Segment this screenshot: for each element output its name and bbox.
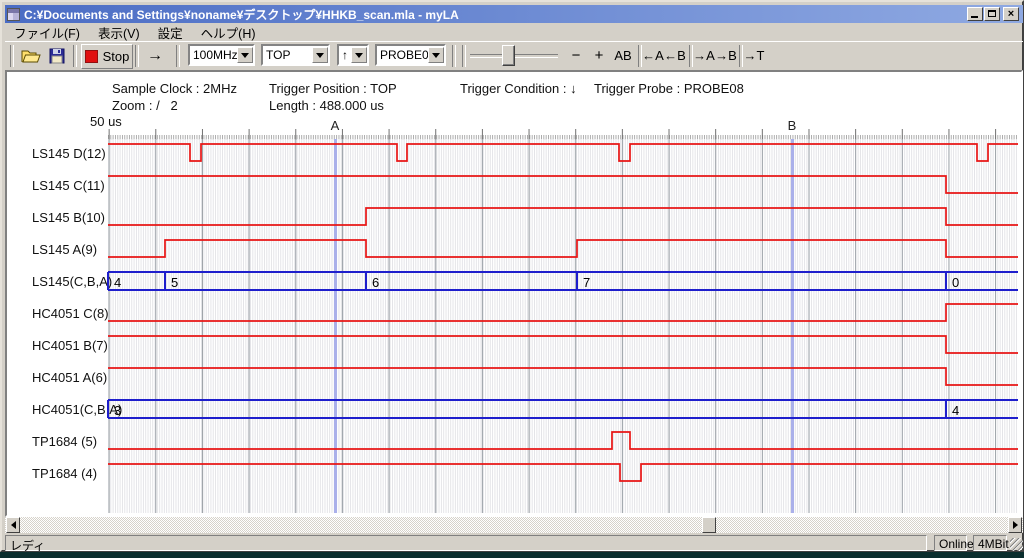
channel-label: HC4051 C(8) xyxy=(32,306,109,321)
stop-label: Stop xyxy=(103,49,130,64)
minimize-button[interactable] xyxy=(967,7,983,21)
minimize-icon xyxy=(971,16,978,18)
open-folder-icon xyxy=(21,48,41,64)
toolbar-grip xyxy=(452,45,456,67)
trigger-condition-info: Trigger Condition : ↓ xyxy=(460,81,577,96)
zoom-slider[interactable] xyxy=(470,44,560,66)
run-button[interactable]: → xyxy=(139,44,171,67)
menu-bar: ファイル(F) 表示(V) 設定 ヘルプ(H) xyxy=(5,23,1023,41)
scroll-right-button[interactable] xyxy=(1008,517,1022,533)
maximize-icon xyxy=(988,10,996,17)
channel-label: LS145 B(10) xyxy=(32,210,105,225)
channel-label: HC4051 B(7) xyxy=(32,338,108,353)
save-file-button[interactable] xyxy=(45,44,69,68)
status-bar: レディ Online 4MBit xyxy=(5,534,1023,552)
channel-label: HC4051 A(6) xyxy=(32,370,107,385)
marker-a-label: A xyxy=(329,118,341,133)
marker-a-line[interactable] xyxy=(334,139,337,513)
trigger-probe-value: PROBE00 xyxy=(377,48,428,62)
status-ready: レディ xyxy=(5,535,927,551)
resize-grip[interactable] xyxy=(1010,538,1023,551)
trigger-position-value: TOP xyxy=(263,48,312,62)
goto-marker-a-button[interactable]: →A xyxy=(693,44,715,67)
trigger-edge-value: ↑ xyxy=(339,48,351,62)
chevron-down-icon[interactable] xyxy=(428,47,444,63)
close-button[interactable]: × xyxy=(1003,7,1019,21)
sample-clock-info: Sample Clock : 2MHz xyxy=(112,81,237,96)
toolbar-grip xyxy=(462,45,466,67)
menu-file[interactable]: ファイル(F) xyxy=(5,22,89,43)
menu-settings[interactable]: 設定 xyxy=(149,22,192,43)
window-title: C:¥Documents and Settings¥noname¥デスクトップ¥… xyxy=(24,6,459,23)
app-icon xyxy=(7,8,20,21)
toolbar-separator xyxy=(176,45,180,67)
time-per-div-label: 50 us xyxy=(90,114,122,129)
channel-label: TP1684 (4) xyxy=(32,466,97,481)
scrollbar-thumb[interactable] xyxy=(702,517,716,533)
chevron-down-icon[interactable] xyxy=(312,47,328,63)
marker-b-label: B xyxy=(786,118,798,133)
trigger-edge-combo[interactable]: ↑ xyxy=(337,44,369,66)
trigger-position-combo[interactable]: TOP xyxy=(261,44,330,66)
menu-help[interactable]: ヘルプ(H) xyxy=(192,22,265,43)
status-memory: 4MBit xyxy=(973,535,1007,551)
close-icon: × xyxy=(1004,7,1018,21)
zoom-out-button[interactable]: − xyxy=(565,44,587,67)
stop-icon xyxy=(85,50,98,63)
set-marker-a-button[interactable]: ←A xyxy=(642,44,664,67)
stop-button[interactable]: Stop xyxy=(81,44,133,69)
trigger-probe-info: Trigger Probe : PROBE08 xyxy=(594,81,744,96)
zoom-info: Zoom : / 2 xyxy=(112,98,178,113)
sample-clock-combo[interactable]: 100MHz xyxy=(188,44,255,66)
zoom-ab-button[interactable]: AB xyxy=(610,44,636,67)
save-floppy-icon xyxy=(49,48,65,64)
scroll-left-button[interactable] xyxy=(6,517,20,533)
maximize-button[interactable] xyxy=(984,7,1000,21)
horizontal-scrollbar[interactable] xyxy=(5,517,1023,533)
arrow-left-icon xyxy=(7,521,16,529)
channel-label: HC4051(C,B,A) xyxy=(32,402,122,417)
channel-label: LS145 D(12) xyxy=(32,146,106,161)
channel-label: LS145 C(11) xyxy=(32,178,105,193)
trigger-position-info: Trigger Position : TOP xyxy=(269,81,397,96)
title-bar[interactable]: C:¥Documents and Settings¥noname¥デスクトップ¥… xyxy=(5,5,1023,23)
trigger-probe-combo[interactable]: PROBE00 xyxy=(375,44,446,66)
status-online: Online xyxy=(934,535,967,551)
goto-trigger-button[interactable]: →T xyxy=(743,44,765,67)
set-marker-b-button[interactable]: ←B xyxy=(664,44,686,67)
channel-label: LS145(C,B,A) xyxy=(32,274,112,289)
toolbar-grip xyxy=(10,45,14,67)
length-info: Length : 488.000 us xyxy=(269,98,384,113)
zoom-slider-thumb[interactable] xyxy=(502,45,515,66)
sample-clock-value: 100MHz xyxy=(190,48,237,62)
toolbar-separator xyxy=(73,45,77,67)
chevron-down-icon[interactable] xyxy=(237,47,253,63)
arrow-right-icon xyxy=(1013,521,1022,529)
channel-label: TP1684 (5) xyxy=(32,434,97,449)
zoom-in-button[interactable]: + xyxy=(588,44,610,67)
toolbar: Stop → 100MHz TOP ↑ PROBE00 − + AB xyxy=(5,41,1023,72)
menu-view[interactable]: 表示(V) xyxy=(89,22,149,43)
waveform-grid[interactable] xyxy=(108,139,1018,513)
app-window: C:¥Documents and Settings¥noname¥デスクトップ¥… xyxy=(0,0,1024,552)
marker-b-line[interactable] xyxy=(791,139,794,513)
open-file-button[interactable] xyxy=(19,44,43,68)
channel-label: LS145 A(9) xyxy=(32,242,97,257)
goto-marker-b-button[interactable]: →B xyxy=(715,44,737,67)
chevron-down-icon[interactable] xyxy=(351,47,367,63)
